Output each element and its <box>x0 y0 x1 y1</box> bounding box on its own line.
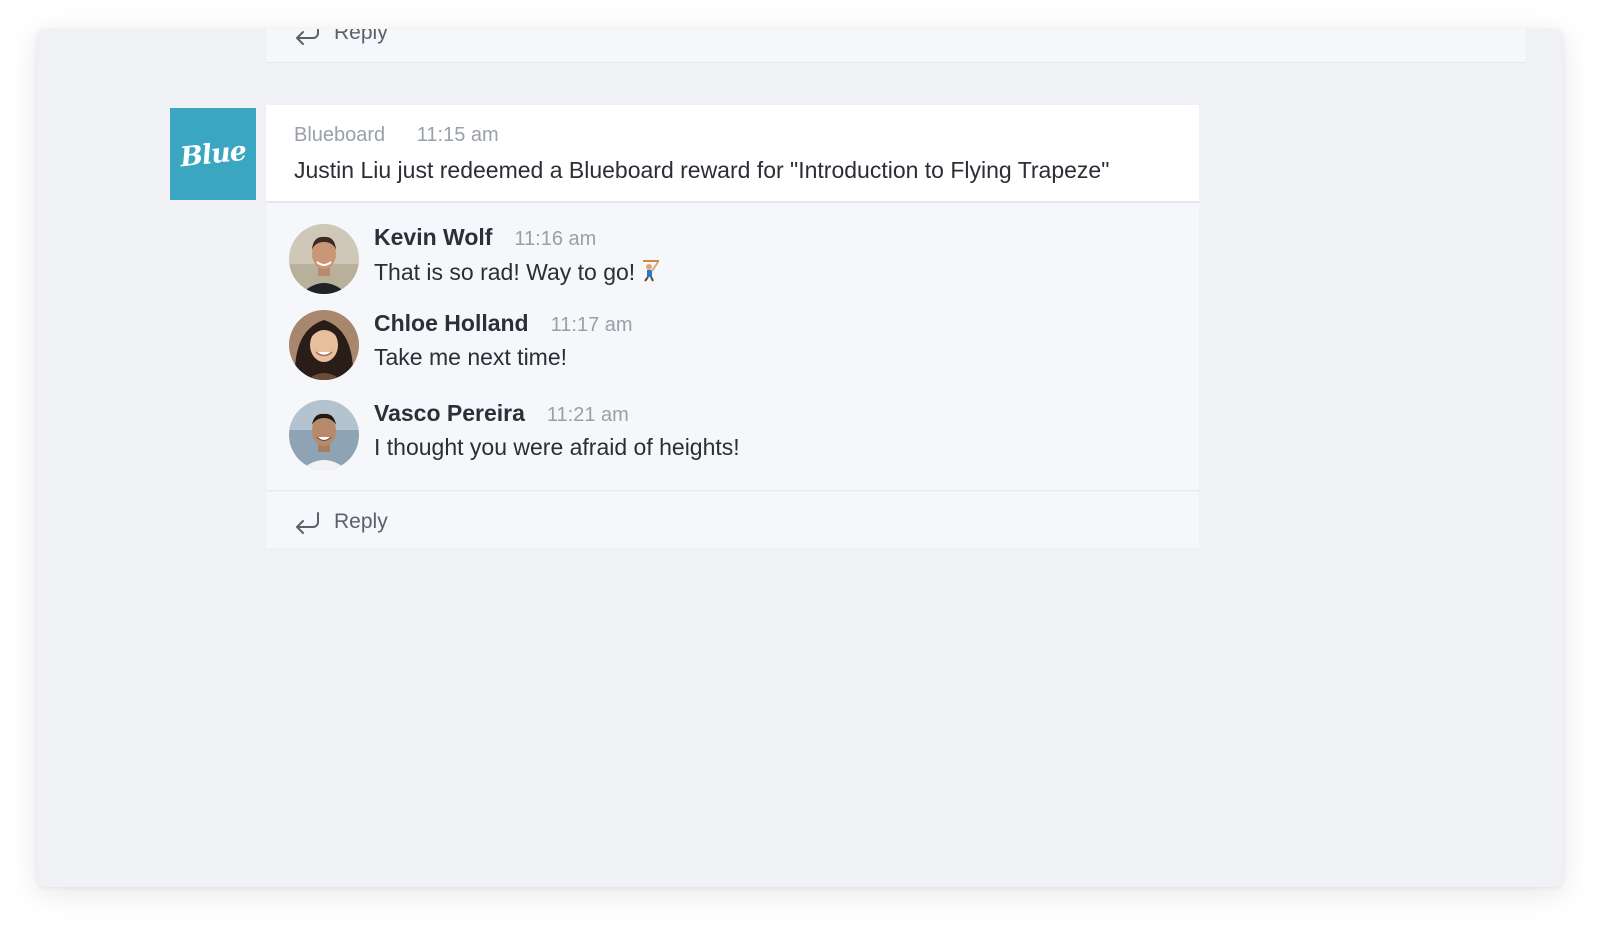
thread-reply-item: Kevin Wolf 11:16 am That is so rad! Way t… <box>289 224 1169 294</box>
reply-label: Reply <box>334 29 388 44</box>
message-meta: Blueboard 11:15 am <box>294 124 499 147</box>
reply-time[interactable]: 11:17 am <box>551 314 633 336</box>
reply-text: I thought you were afraid of heights! <box>374 434 740 460</box>
chat-window: Reply Blue Blueboard 11:15 am Justin Liu… <box>37 29 1563 887</box>
reply-text: That is so rad! Way to go! <box>374 258 663 288</box>
blueboard-avatar[interactable]: Blue <box>170 108 256 200</box>
bot-message: Blueboard 11:15 am Justin Liu just redee… <box>266 105 1199 203</box>
thread-replies: Kevin Wolf 11:16 am That is so rad! Way t… <box>266 203 1199 491</box>
previous-reply-button[interactable]: Reply <box>292 29 388 46</box>
reply-arrow-icon <box>296 29 319 45</box>
avatar[interactable] <box>289 224 359 294</box>
trapeze-emoji-icon <box>639 258 663 288</box>
sender-name[interactable]: Blueboard <box>294 124 385 146</box>
thread-reply-item: Vasco Pereira 11:21 am I thought you were… <box>289 400 1169 470</box>
reply-label: Reply <box>334 510 388 533</box>
author-name[interactable]: Vasco Pereira 11:21 am <box>374 400 629 427</box>
previous-thread-reply-bar: Reply <box>266 29 1526 63</box>
reply-text: Take me next time! <box>374 344 568 370</box>
message-text: Justin Liu just redeemed a Blueboard rew… <box>294 157 1110 183</box>
avatar[interactable] <box>289 310 359 380</box>
author-name[interactable]: Chloe Holland 11:17 am <box>374 310 633 337</box>
thread-reply-item: Chloe Holland 11:17 am Take me next time! <box>289 310 1169 380</box>
blueboard-logo: Blue <box>178 135 248 173</box>
message-time[interactable]: 11:15 am <box>417 124 499 146</box>
reply-arrow-icon <box>296 512 319 534</box>
reply-button[interactable]: Reply <box>292 509 388 535</box>
avatar[interactable] <box>289 400 359 470</box>
thread-reply-bar: Reply <box>266 492 1199 548</box>
reply-time[interactable]: 11:16 am <box>514 228 596 250</box>
author-name[interactable]: Kevin Wolf 11:16 am <box>374 224 596 251</box>
reply-time[interactable]: 11:21 am <box>547 404 629 426</box>
